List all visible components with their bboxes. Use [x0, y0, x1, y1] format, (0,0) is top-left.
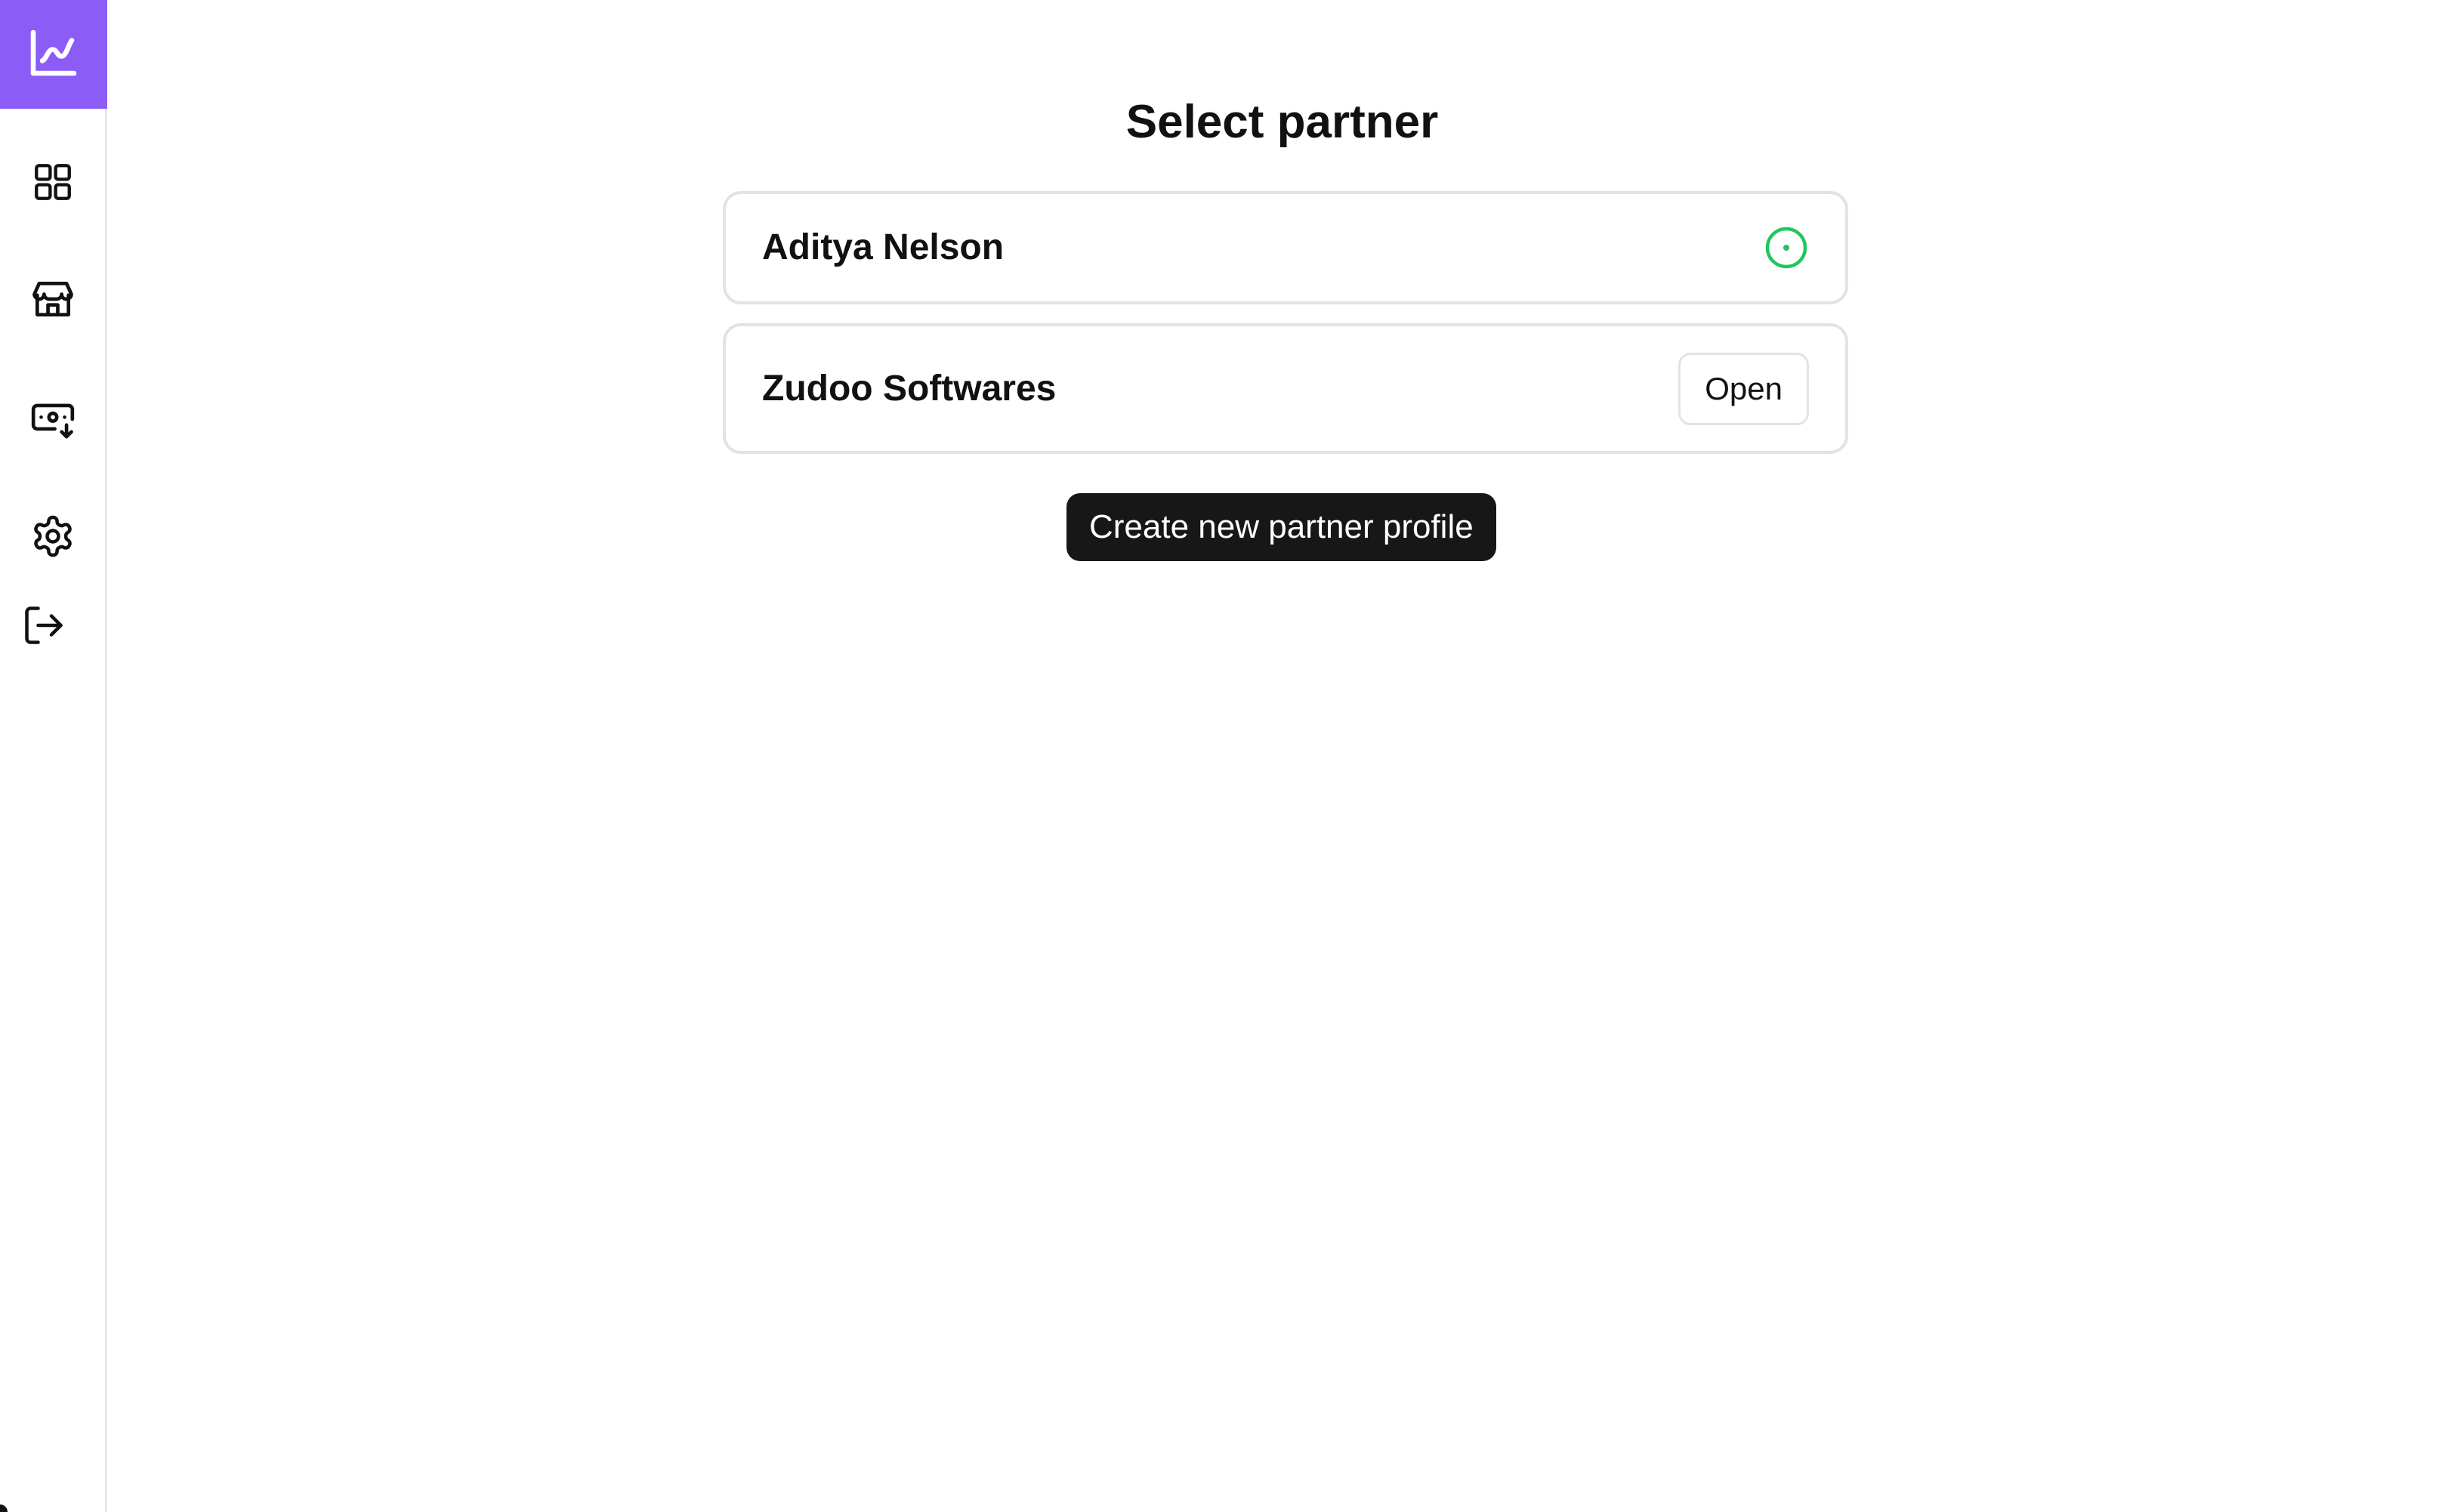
- radio-selected-icon: [1764, 225, 1809, 270]
- line-chart-icon: [26, 26, 81, 84]
- logout-icon: [21, 603, 66, 648]
- grid-icon: [31, 160, 75, 204]
- sidebar-item-dashboard[interactable]: [0, 140, 105, 224]
- main-content: Select partner Aditya Nelson Zudoo Softw…: [107, 0, 2457, 1512]
- page-title: Select partner: [1125, 96, 1439, 148]
- sidebar: [0, 0, 107, 1512]
- create-partner-button[interactable]: Create new partner profile: [1066, 493, 1496, 561]
- store-icon: [29, 276, 76, 322]
- sidebar-item-payouts[interactable]: [0, 378, 105, 461]
- app-root: Select partner Aditya Nelson Zudoo Softw…: [0, 0, 2457, 1512]
- money-download-icon: [29, 396, 76, 443]
- sidebar-logo[interactable]: [0, 0, 107, 109]
- partner-card[interactable]: Zudoo Softwares Open: [723, 323, 1848, 454]
- gear-icon: [30, 514, 76, 559]
- sidebar-item-settings[interactable]: [0, 495, 105, 578]
- partner-card-selected[interactable]: Aditya Nelson: [723, 191, 1848, 304]
- partner-name: Aditya Nelson: [762, 227, 1005, 267]
- open-partner-button[interactable]: Open: [1678, 352, 1809, 425]
- sidebar-item-store[interactable]: [0, 258, 105, 341]
- sidebar-item-logout[interactable]: [0, 584, 96, 667]
- partner-name: Zudoo Softwares: [762, 368, 1057, 409]
